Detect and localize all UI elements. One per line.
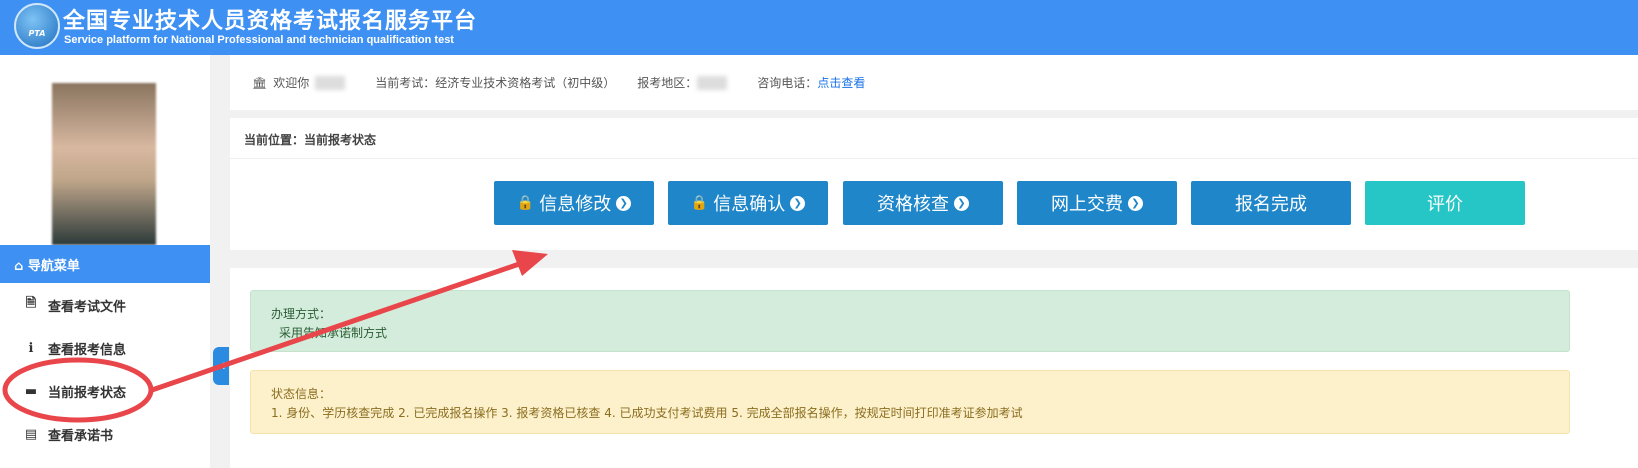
newspaper-icon: ▤ xyxy=(24,426,38,442)
logo-text: PTA xyxy=(28,29,46,38)
sidebar-item-label: 查看承诺书 xyxy=(48,428,114,444)
detail-panel: 办理方式： 采用告知承诺制方式 状态信息： 1. 身份、学历核查完成 2. 已完… xyxy=(230,268,1638,468)
step-registration-complete-button[interactable]: 报名完成 xyxy=(1191,181,1351,225)
step-info-confirm-button[interactable]: 🔒 信息确认 ❯ xyxy=(668,181,828,225)
sidebar-item-label: 查看报考信息 xyxy=(48,342,127,358)
step-label: 评价 xyxy=(1427,194,1463,215)
chevron-circle-right-icon: ❯ xyxy=(954,195,969,211)
site-title: 全国专业技术人员资格考试报名服务平台 xyxy=(63,9,478,34)
method-title: 办理方式： xyxy=(271,307,332,321)
step-label: 网上交费 xyxy=(1051,194,1123,215)
phone-label: 咨询电话： xyxy=(757,76,818,90)
exam-name: 经济专业技术资格考试（初中级） xyxy=(435,76,616,90)
sidebar-item-exam-files[interactable]: 🗎 查看考试文件 xyxy=(0,285,210,325)
step-label: 信息确认 xyxy=(713,194,786,215)
nav-title: 导航菜单 xyxy=(27,259,80,274)
exam-label: 当前考试： xyxy=(375,76,436,90)
status-alert: 状态信息： 1. 身份、学历核查完成 2. 已完成报名操作 3. 报考资格已核查… xyxy=(250,370,1570,434)
site-subtitle: Service platform for National Profession… xyxy=(64,34,454,46)
sidebar-item-commitment[interactable]: ▤ 查看承诺书 xyxy=(0,414,210,454)
sidebar-item-current-status[interactable]: ▬ 当前报考状态 xyxy=(0,371,210,411)
monitor-icon: ▬ xyxy=(24,383,38,399)
info-bar: 🏛 欢迎你 当前考试： 经济专业技术资格考试（初中级） 报考地区： 咨询电话： 点击… xyxy=(230,55,1638,110)
sidebar: ⌂ 导航菜单 🗎 查看考试文件 ℹ 查看报考信息 ▬ 当前报考状态 ▤ 查看承诺书 xyxy=(0,55,210,468)
step-label: 报名完成 xyxy=(1235,194,1307,215)
status-panel: 当前位置：当前报考状态 🔒 信息修改 ❯ 🔒 信息确认 ❯ 资格核查 ❯ 网上交费 ❯ 报名… xyxy=(230,118,1638,250)
redacted-region xyxy=(697,75,728,90)
bank-icon: 🏛 xyxy=(252,75,268,90)
step-rate-button[interactable]: 评价 xyxy=(1365,181,1525,225)
step-label: 资格核查 xyxy=(877,194,949,215)
chevron-circle-right-icon: ❯ xyxy=(1128,195,1143,211)
sidebar-item-label: 当前报考状态 xyxy=(48,385,127,401)
chevron-circle-right-icon: ❯ xyxy=(616,195,632,211)
phone-link[interactable]: 点击查看 xyxy=(817,74,865,91)
lock-icon: 🔒 xyxy=(690,195,709,211)
avatar xyxy=(52,83,156,245)
lock-icon: 🔒 xyxy=(516,195,535,211)
breadcrumb: 当前位置：当前报考状态 xyxy=(244,133,377,147)
sidebar-item-label: 查看考试文件 xyxy=(48,299,127,315)
method-alert: 办理方式： 采用告知承诺制方式 xyxy=(250,290,1570,352)
sidebar-collapse-toggle[interactable]: ◀ xyxy=(213,347,229,385)
sidebar-item-exam-info[interactable]: ℹ 查看报考信息 xyxy=(0,328,210,368)
status-text: 1. 身份、学历核查完成 2. 已完成报名操作 3. 报考资格已核查 4. 已成… xyxy=(271,406,1023,420)
step-label: 信息修改 xyxy=(539,194,612,215)
step-info-edit-button[interactable]: 🔒 信息修改 ❯ xyxy=(494,181,654,225)
divider xyxy=(230,158,1638,159)
redacted-name xyxy=(315,75,346,90)
region-label: 报考地区： xyxy=(637,76,698,90)
method-text: 采用告知承诺制方式 xyxy=(279,326,388,340)
home-icon: ⌂ xyxy=(14,259,28,274)
step-qualification-check-button[interactable]: 资格核查 ❯ xyxy=(843,181,1003,225)
info-icon: ℹ xyxy=(28,340,34,356)
nav-menu-header: ⌂ 导航菜单 xyxy=(0,245,210,283)
status-title: 状态信息： xyxy=(271,387,332,401)
welcome-text: 欢迎你 xyxy=(273,76,310,90)
caret-left-icon: ◀ xyxy=(217,361,225,371)
chevron-circle-right-icon: ❯ xyxy=(790,195,806,211)
site-header: PTA 全国专业技术人员资格考试报名服务平台 Service platform … xyxy=(0,0,1638,55)
pta-logo: PTA xyxy=(14,3,60,49)
file-icon: 🗎 xyxy=(25,296,37,311)
step-online-payment-button[interactable]: 网上交费 ❯ xyxy=(1017,181,1177,225)
